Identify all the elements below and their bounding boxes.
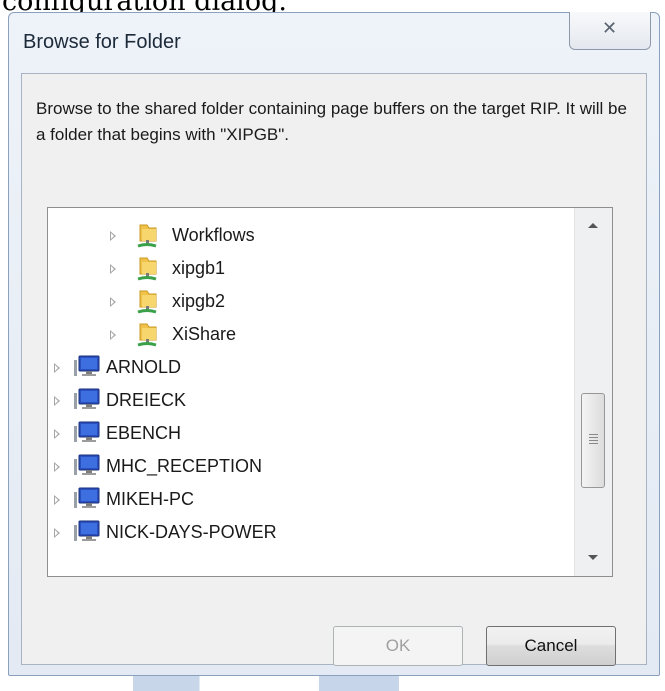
tree-item-label: MHC_RECEPTION: [106, 456, 263, 476]
tree-item[interactable]: Workflows: [48, 220, 572, 252]
tree-item[interactable]: DREIECK: [48, 385, 572, 417]
tree-item[interactable]: MHC_RECEPTION: [48, 451, 572, 483]
tree-item-label: NICK-DAYS-POWER: [106, 522, 277, 542]
shared-folder-icon: [134, 255, 160, 281]
tree-item[interactable]: XiShare: [48, 319, 572, 351]
ok-button[interactable]: OK: [333, 626, 463, 666]
instruction-text: Browse to the shared folder containing p…: [36, 99, 627, 144]
shared-folder-icon: [134, 288, 160, 314]
expand-arrow-icon[interactable]: [54, 363, 60, 373]
arrow-down-icon: [588, 555, 598, 560]
computer-icon: [72, 387, 100, 413]
expand-arrow-icon[interactable]: [110, 231, 116, 241]
scroll-down-button[interactable]: [575, 540, 612, 576]
vertical-scrollbar[interactable]: [574, 208, 612, 576]
tree-item-label: XiShare: [172, 324, 237, 344]
background-window-strip: [0, 676, 665, 691]
tree-item[interactable]: xipgb1: [48, 253, 572, 285]
close-icon: ✕: [602, 18, 618, 39]
tree-item-label: MIKEH-PC: [106, 489, 195, 509]
expand-arrow-icon[interactable]: [54, 528, 60, 538]
expand-arrow-icon[interactable]: [110, 330, 116, 340]
tree-item-label: DREIECK: [106, 390, 187, 410]
expand-arrow-icon[interactable]: [110, 264, 116, 274]
close-button[interactable]: ✕: [569, 12, 651, 50]
grip-icon: [589, 434, 598, 444]
tree-item-label: EBENCH: [106, 423, 182, 443]
tree-item-label: xipgb1: [172, 258, 226, 278]
scroll-thumb[interactable]: [581, 393, 605, 488]
expand-arrow-icon[interactable]: [110, 297, 116, 307]
shared-folder-icon: [134, 222, 160, 248]
computer-icon: [72, 354, 100, 380]
tree-item-label: xipgb2: [172, 291, 226, 311]
tree-item[interactable]: xipgb2: [48, 286, 572, 318]
shared-folder-icon: [134, 321, 160, 347]
expand-arrow-icon[interactable]: [54, 462, 60, 472]
cancel-button[interactable]: Cancel: [486, 626, 616, 666]
tree-item[interactable]: ARNOLD: [48, 352, 572, 384]
dialog-title: Browse for Folder: [23, 31, 181, 53]
tree-item[interactable]: NICK-DAYS-POWER: [48, 517, 572, 549]
computer-icon: [72, 486, 100, 512]
computer-icon: [72, 519, 100, 545]
tree-item[interactable]: MIKEH-PC: [48, 484, 572, 516]
tree-item-label: Workflows: [172, 225, 255, 245]
computer-icon: [72, 453, 100, 479]
expand-arrow-icon[interactable]: [54, 495, 60, 505]
tree-item[interactable]: EBENCH: [48, 418, 572, 450]
scroll-up-button[interactable]: [575, 208, 612, 244]
arrow-up-icon: [588, 223, 598, 228]
computer-icon: [72, 420, 100, 446]
tree-item-label: ARNOLD: [106, 357, 182, 377]
expand-arrow-icon[interactable]: [54, 429, 60, 439]
folder-tree[interactable]: Workflows xipgb1 xipgb2 XiShare ARNOLD D…: [47, 207, 613, 577]
expand-arrow-icon[interactable]: [54, 396, 60, 406]
title-bar[interactable]: Browse for Folder ✕: [9, 12, 659, 73]
dialog-body: Browse to the shared folder containing p…: [21, 73, 647, 666]
browse-for-folder-dialog: Browse for Folder ✕ Browse to the shared…: [8, 12, 660, 676]
